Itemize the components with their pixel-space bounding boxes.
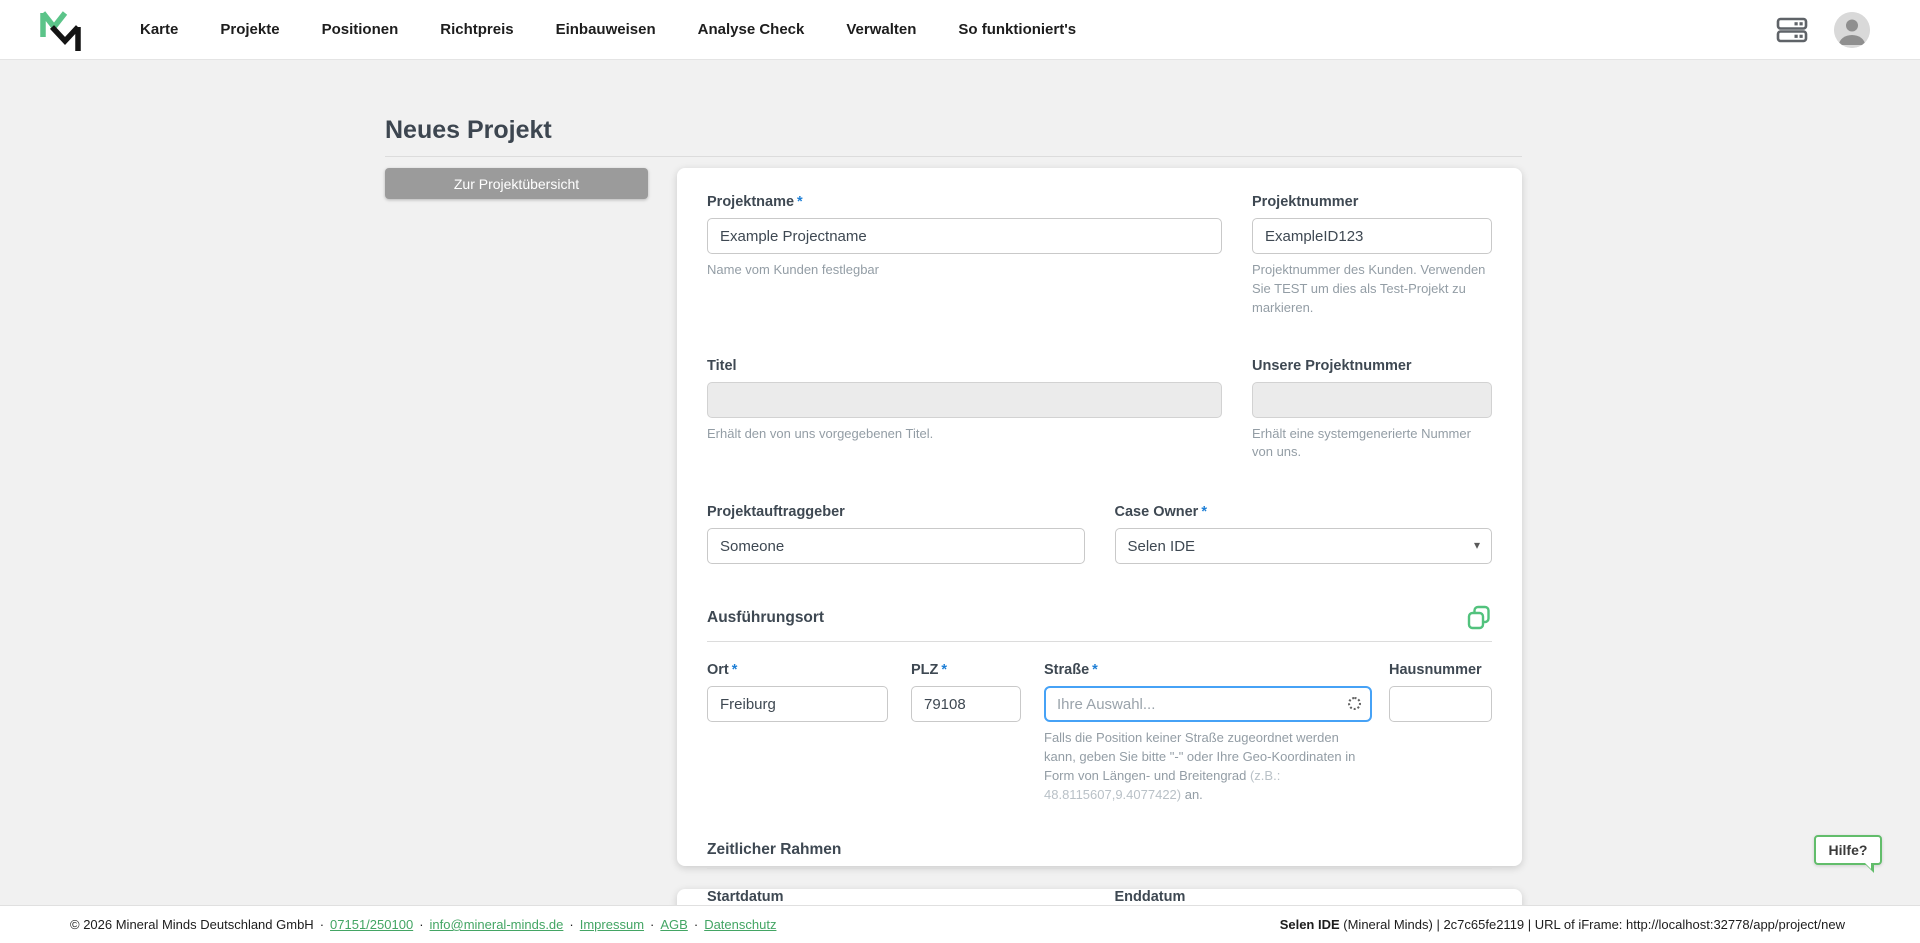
case-owner-select[interactable]: Selen IDE ▾ [1115, 528, 1493, 564]
titel-input [707, 382, 1222, 418]
back-to-project-overview-button[interactable]: Zur Projektübersicht [385, 168, 648, 199]
field-hausnummer: Hausnummer [1389, 662, 1492, 804]
projektname-label: Projektname [707, 194, 794, 210]
case-owner-value: Selen IDE [1115, 528, 1493, 564]
ort-label: Ort [707, 662, 729, 678]
projektname-input[interactable] [707, 218, 1222, 254]
footer-link-impressum[interactable]: Impressum [580, 917, 644, 932]
footer-link-email[interactable]: info@mineral-minds.de [430, 917, 564, 932]
strasse-helper: Falls die Position keiner Straße zugeord… [1044, 729, 1372, 804]
field-ort: Ort* [707, 662, 888, 804]
mineral-minds-logo-icon[interactable] [38, 7, 86, 53]
enddatum-label: Enddatum [1115, 889, 1493, 905]
required-asterisk: * [1201, 504, 1207, 520]
unsere-projektnummer-label: Unsere Projektnummer [1252, 358, 1492, 374]
copyright-text: © 2026 Mineral Minds Deutschland GmbH [70, 917, 314, 932]
footer-left: © 2026 Mineral Minds Deutschland GmbH · … [70, 917, 776, 932]
projektnummer-label: Projektnummer [1252, 194, 1492, 210]
help-button[interactable]: Hilfe? [1814, 835, 1882, 865]
hausnummer-label: Hausnummer [1389, 662, 1492, 678]
projektnummer-helper: Projektnummer des Kunden. Verwenden Sie … [1252, 261, 1492, 318]
field-plz: PLZ* [911, 662, 1021, 804]
footer-user: Selen IDE [1280, 917, 1340, 932]
field-projektauftraggeber: Projektauftraggeber [707, 504, 1085, 564]
required-asterisk: * [941, 662, 947, 678]
person-icon [1834, 12, 1870, 48]
ort-input[interactable] [707, 686, 888, 722]
unsere-projektnummer-helper: Erhält eine systemgenerierte Nummer von … [1252, 425, 1492, 463]
titel-label: Titel [707, 358, 1222, 374]
nav-item-so-funktionierts[interactable]: So funktioniert's [958, 21, 1076, 38]
main-nav: Karte Projekte Positionen Richtpreis Ein… [140, 21, 1076, 38]
case-owner-label: Case Owner [1115, 504, 1199, 520]
required-asterisk: * [797, 194, 803, 210]
navbar-right [1776, 12, 1870, 48]
projektnummer-input[interactable] [1252, 218, 1492, 254]
title-divider [385, 156, 1522, 157]
nav-item-verwalten[interactable]: Verwalten [846, 21, 916, 38]
nav-item-analyse-check[interactable]: Analyse Check [698, 21, 805, 38]
projektauftraggeber-input[interactable] [707, 528, 1085, 564]
nav-item-projekte[interactable]: Projekte [220, 21, 279, 38]
field-unsere-projektnummer: Unsere Projektnummer Erhält eine systemg… [1252, 358, 1492, 463]
new-project-form-card: Projektname* Name vom Kunden festlegbar … [677, 168, 1522, 866]
field-strasse: Straße* Falls die Position keiner Straße… [1044, 662, 1372, 804]
hausnummer-input[interactable] [1389, 686, 1492, 722]
page-title: Neues Projekt [385, 116, 552, 145]
footer-link-datenschutz[interactable]: Datenschutz [704, 917, 776, 932]
section-zeitlicher-rahmen: Zeitlicher Rahmen [707, 841, 1492, 869]
field-projektname: Projektname* Name vom Kunden festlegbar [707, 194, 1222, 318]
nav-item-richtpreis[interactable]: Richtpreis [440, 21, 513, 38]
footer-link-agb[interactable]: AGB [660, 917, 687, 932]
footer-session-details: (Mineral Minds) | 2c7c65fe2119 | URL of … [1340, 917, 1845, 932]
field-projektnummer: Projektnummer Projektnummer des Kunden. … [1252, 194, 1492, 318]
ausfuehrungsort-title: Ausführungsort [707, 609, 824, 627]
zeitlicher-rahmen-title: Zeitlicher Rahmen [707, 841, 841, 859]
footer-session-info: Selen IDE (Mineral Minds) | 2c7c65fe2119… [1280, 917, 1845, 932]
strasse-input[interactable] [1044, 686, 1372, 722]
startdatum-label: Startdatum [707, 889, 1085, 905]
nav-item-karte[interactable]: Karte [140, 21, 178, 38]
field-titel: Titel Erhält den von uns vorgegebenen Ti… [707, 358, 1222, 463]
user-avatar[interactable] [1834, 12, 1870, 48]
footer-link-phone[interactable]: 07151/250100 [330, 917, 413, 932]
server-stack-icon[interactable] [1776, 16, 1808, 44]
strasse-label: Straße [1044, 662, 1089, 678]
required-asterisk: * [1092, 662, 1098, 678]
footer: © 2026 Mineral Minds Deutschland GmbH · … [0, 905, 1920, 943]
copy-icon[interactable] [1466, 604, 1492, 632]
field-case-owner: Case Owner* Selen IDE ▾ [1115, 504, 1493, 564]
projektauftraggeber-label: Projektauftraggeber [707, 504, 1085, 520]
plz-label: PLZ [911, 662, 938, 678]
section-ausfuehrungsort: Ausführungsort [707, 604, 1492, 642]
projektname-helper: Name vom Kunden festlegbar [707, 261, 1222, 280]
required-asterisk: * [732, 662, 738, 678]
nav-item-positionen[interactable]: Positionen [322, 21, 399, 38]
nav-item-einbauweisen[interactable]: Einbauweisen [556, 21, 656, 38]
unsere-projektnummer-input [1252, 382, 1492, 418]
titel-helper: Erhält den von uns vorgegebenen Titel. [707, 425, 1222, 444]
top-navbar: Karte Projekte Positionen Richtpreis Ein… [0, 0, 1920, 60]
plz-input[interactable] [911, 686, 1021, 722]
